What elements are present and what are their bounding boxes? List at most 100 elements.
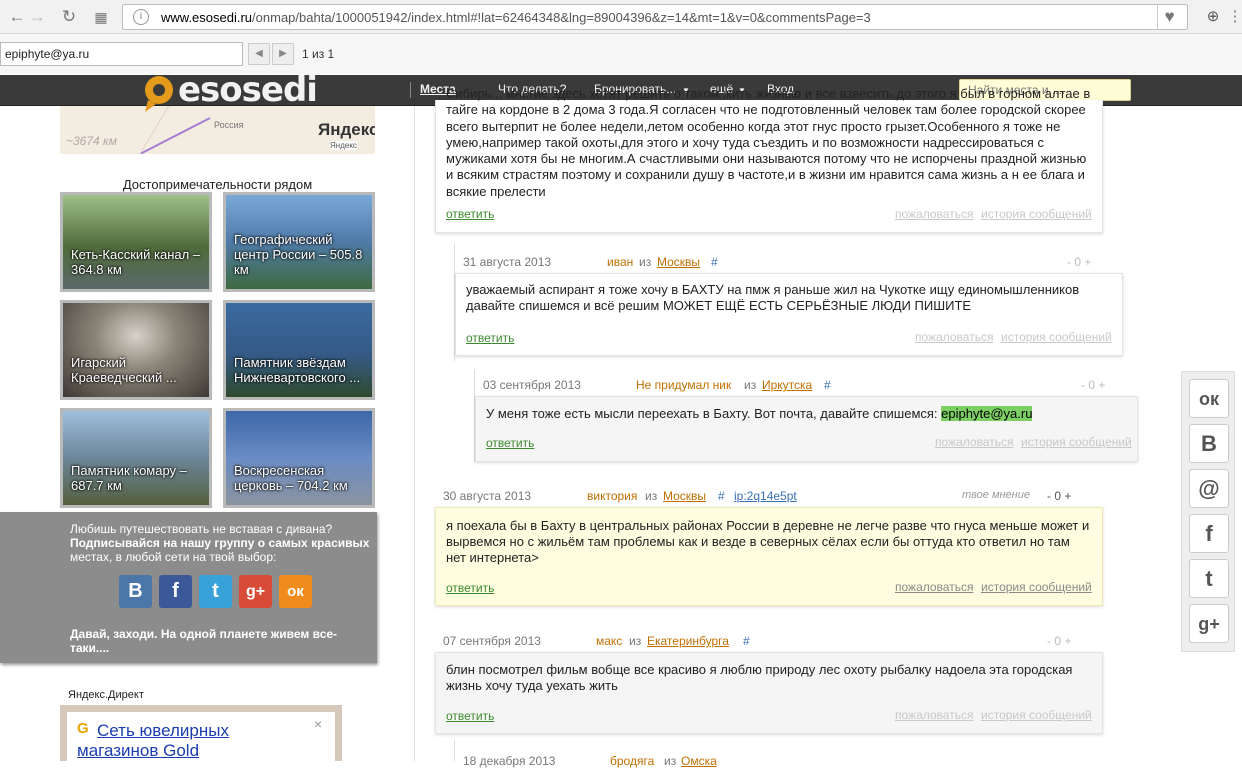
yandex-direct-label[interactable]: Яндекс.Директ [68, 689, 144, 701]
mini-map[interactable]: ~3674 км Россия Яндекс Яндекс [60, 104, 375, 154]
sight-tile[interactable]: Памятник звёздам Нижневартовского ... [223, 300, 375, 400]
reply-link[interactable]: ответить [446, 581, 494, 595]
complain-link[interactable]: пожаловаться [915, 330, 993, 344]
vote-control[interactable]: - 0 + [1047, 634, 1071, 648]
page-info-icon[interactable]: i [133, 9, 149, 25]
find-count: 1 из 1 [302, 47, 335, 61]
own-opinion-label: твое мнение [962, 489, 1030, 501]
apps-grid-icon[interactable]: ▦ [90, 6, 112, 28]
vk-icon[interactable]: В [119, 575, 152, 608]
twitter-share-icon[interactable]: t [1189, 559, 1229, 598]
permalink-hash[interactable]: # [743, 634, 750, 648]
mail-share-icon[interactable]: @ [1189, 469, 1229, 508]
promo-line: Подписывайся на нашу группу о самых крас… [70, 536, 370, 550]
comment-author: макс [596, 634, 623, 648]
complain-link[interactable]: пожаловаться [935, 435, 1013, 449]
close-icon[interactable]: × [314, 716, 322, 732]
sight-tile[interactable]: Воскресенская церковь – 704.2 км [223, 408, 375, 508]
google-plus-icon[interactable]: g+ [239, 575, 272, 608]
comment-from: из [664, 754, 677, 768]
ad-block: G Сеть ювелирных магазинов Gold × [60, 705, 342, 768]
permalink-hash[interactable]: # [824, 378, 831, 392]
comment-city-link[interactable]: Екатеринбурга [647, 634, 729, 648]
history-link[interactable]: история сообщений [981, 708, 1092, 722]
find-highlight-email: epiphyte@ya.ru [941, 406, 1033, 421]
comment-city-link[interactable]: Иркутска [762, 378, 812, 392]
ad-title[interactable]: магазинов Gold [77, 741, 199, 761]
share-sidebar: ок В @ f t g+ [1181, 371, 1235, 652]
history-link[interactable]: история сообщений [1001, 330, 1112, 344]
sight-label: Кеть-Касский канал – 364.8 км [71, 247, 201, 277]
bookmark-heart-icon[interactable]: ♥ [1157, 4, 1181, 30]
complain-link[interactable]: пожаловаться [895, 708, 973, 722]
sight-label: Игарский Краеведческий ... [71, 355, 177, 385]
complain-link[interactable]: пожаловаться [895, 207, 973, 221]
find-prev-icon[interactable]: ◀ [248, 43, 270, 65]
vote-control[interactable]: - 0 + [1067, 255, 1091, 269]
comment-text: У меня тоже есть мысли переехать в Бахту… [486, 406, 1127, 422]
forward-icon[interactable]: → [26, 6, 48, 28]
ad-card[interactable]: G Сеть ювелирных магазинов Gold × [67, 712, 335, 768]
find-next-icon[interactable]: ▶ [272, 43, 294, 65]
comment: Сибирь... многие здесь хотят решить о та… [435, 86, 1103, 233]
odnoklassniki-icon[interactable]: ок [279, 575, 312, 608]
history-link[interactable]: история сообщений [1021, 435, 1132, 449]
download-icon[interactable]: ⊕ [1202, 6, 1224, 28]
map-distance: ~3674 км [66, 134, 117, 148]
vk-share-icon[interactable]: В [1189, 424, 1229, 463]
comment-text: уважаемый аспирант я тоже хочу в БАХТУ н… [466, 282, 1080, 313]
ad-title[interactable]: Сеть ювелирных [97, 721, 229, 741]
comment: У меня тоже есть мысли переехать в Бахту… [475, 396, 1138, 462]
promo-footer: таки.... [70, 641, 110, 655]
comment-city-link[interactable]: Москвы [663, 489, 706, 503]
comment-city-link[interactable]: Омска [681, 754, 717, 768]
sight-label: Географический центр России – 505.8 км [234, 232, 363, 277]
reply-link[interactable]: ответить [446, 709, 494, 723]
logo-pin-icon [145, 76, 173, 112]
comment-author: бродяга [610, 754, 655, 768]
find-input[interactable] [0, 42, 243, 66]
reply-link[interactable]: ответить [446, 207, 494, 221]
facebook-icon[interactable]: f [159, 575, 192, 608]
comment: уважаемый аспирант я тоже хочу в БАХТУ н… [455, 273, 1123, 356]
comment-from: из [639, 255, 652, 269]
reply-link[interactable]: ответить [466, 331, 514, 345]
logo-text: esosedi [178, 70, 318, 110]
permalink-hash[interactable]: # [711, 255, 718, 269]
sight-label: Памятник комару – 687.7 км [71, 463, 187, 493]
facebook-share-icon[interactable]: f [1189, 514, 1229, 553]
odnoklassniki-share-icon[interactable]: ок [1189, 379, 1229, 418]
address-bar[interactable]: i www.esosedi.ru/onmap/bahta/1000051942/… [122, 4, 1188, 30]
comment-from: из [744, 378, 757, 392]
google-plus-share-icon[interactable]: g+ [1189, 604, 1229, 643]
comment: блин посмотрел фильм вобще все красиво я… [435, 652, 1103, 734]
history-link[interactable]: история сообщений [981, 580, 1092, 594]
sight-tile[interactable]: Географический центр России – 505.8 км [223, 192, 375, 292]
browser-toolbar: ← → ↻ ▦ i www.esosedi.ru/onmap/bahta/100… [0, 0, 1242, 34]
back-icon[interactable]: ← [6, 6, 28, 28]
sight-label: Воскресенская церковь – 704.2 км [234, 463, 348, 493]
comment-city-link[interactable]: Москвы [657, 255, 700, 269]
comment-author: иван [607, 255, 634, 269]
sight-tile[interactable]: Кеть-Касский канал – 364.8 км [60, 192, 212, 292]
vote-control[interactable]: - 0 + [1047, 489, 1071, 503]
ip-link[interactable]: ip:2q14e5pt [734, 489, 797, 503]
promo-line: Любишь путешествовать не вставая с диван… [70, 522, 333, 536]
reply-link[interactable]: ответить [486, 436, 534, 450]
reload-icon[interactable]: ↻ [58, 6, 80, 28]
permalink-hash[interactable]: # [718, 489, 725, 503]
complain-link[interactable]: пожаловаться [895, 580, 973, 594]
comment-date: 07 сентября 2013 [443, 634, 541, 648]
map-country: Россия [214, 120, 244, 130]
comment-date: 03 сентября 2013 [483, 378, 581, 392]
vote-control[interactable]: - 0 + [1081, 378, 1105, 392]
yandex-g-icon: G [77, 720, 89, 737]
history-link[interactable]: история сообщений [981, 207, 1092, 221]
menu-icon[interactable]: ⋮ [1224, 6, 1242, 28]
sights-title: Достопримечательности рядом [122, 177, 313, 192]
yandex-logo: Яндекс [318, 120, 375, 139]
sight-tile[interactable]: Игарский Краеведческий ... [60, 300, 212, 400]
yandex-attribution[interactable]: Яндекс [330, 141, 357, 150]
sight-tile[interactable]: Памятник комару – 687.7 км [60, 408, 212, 508]
twitter-icon[interactable]: t [199, 575, 232, 608]
